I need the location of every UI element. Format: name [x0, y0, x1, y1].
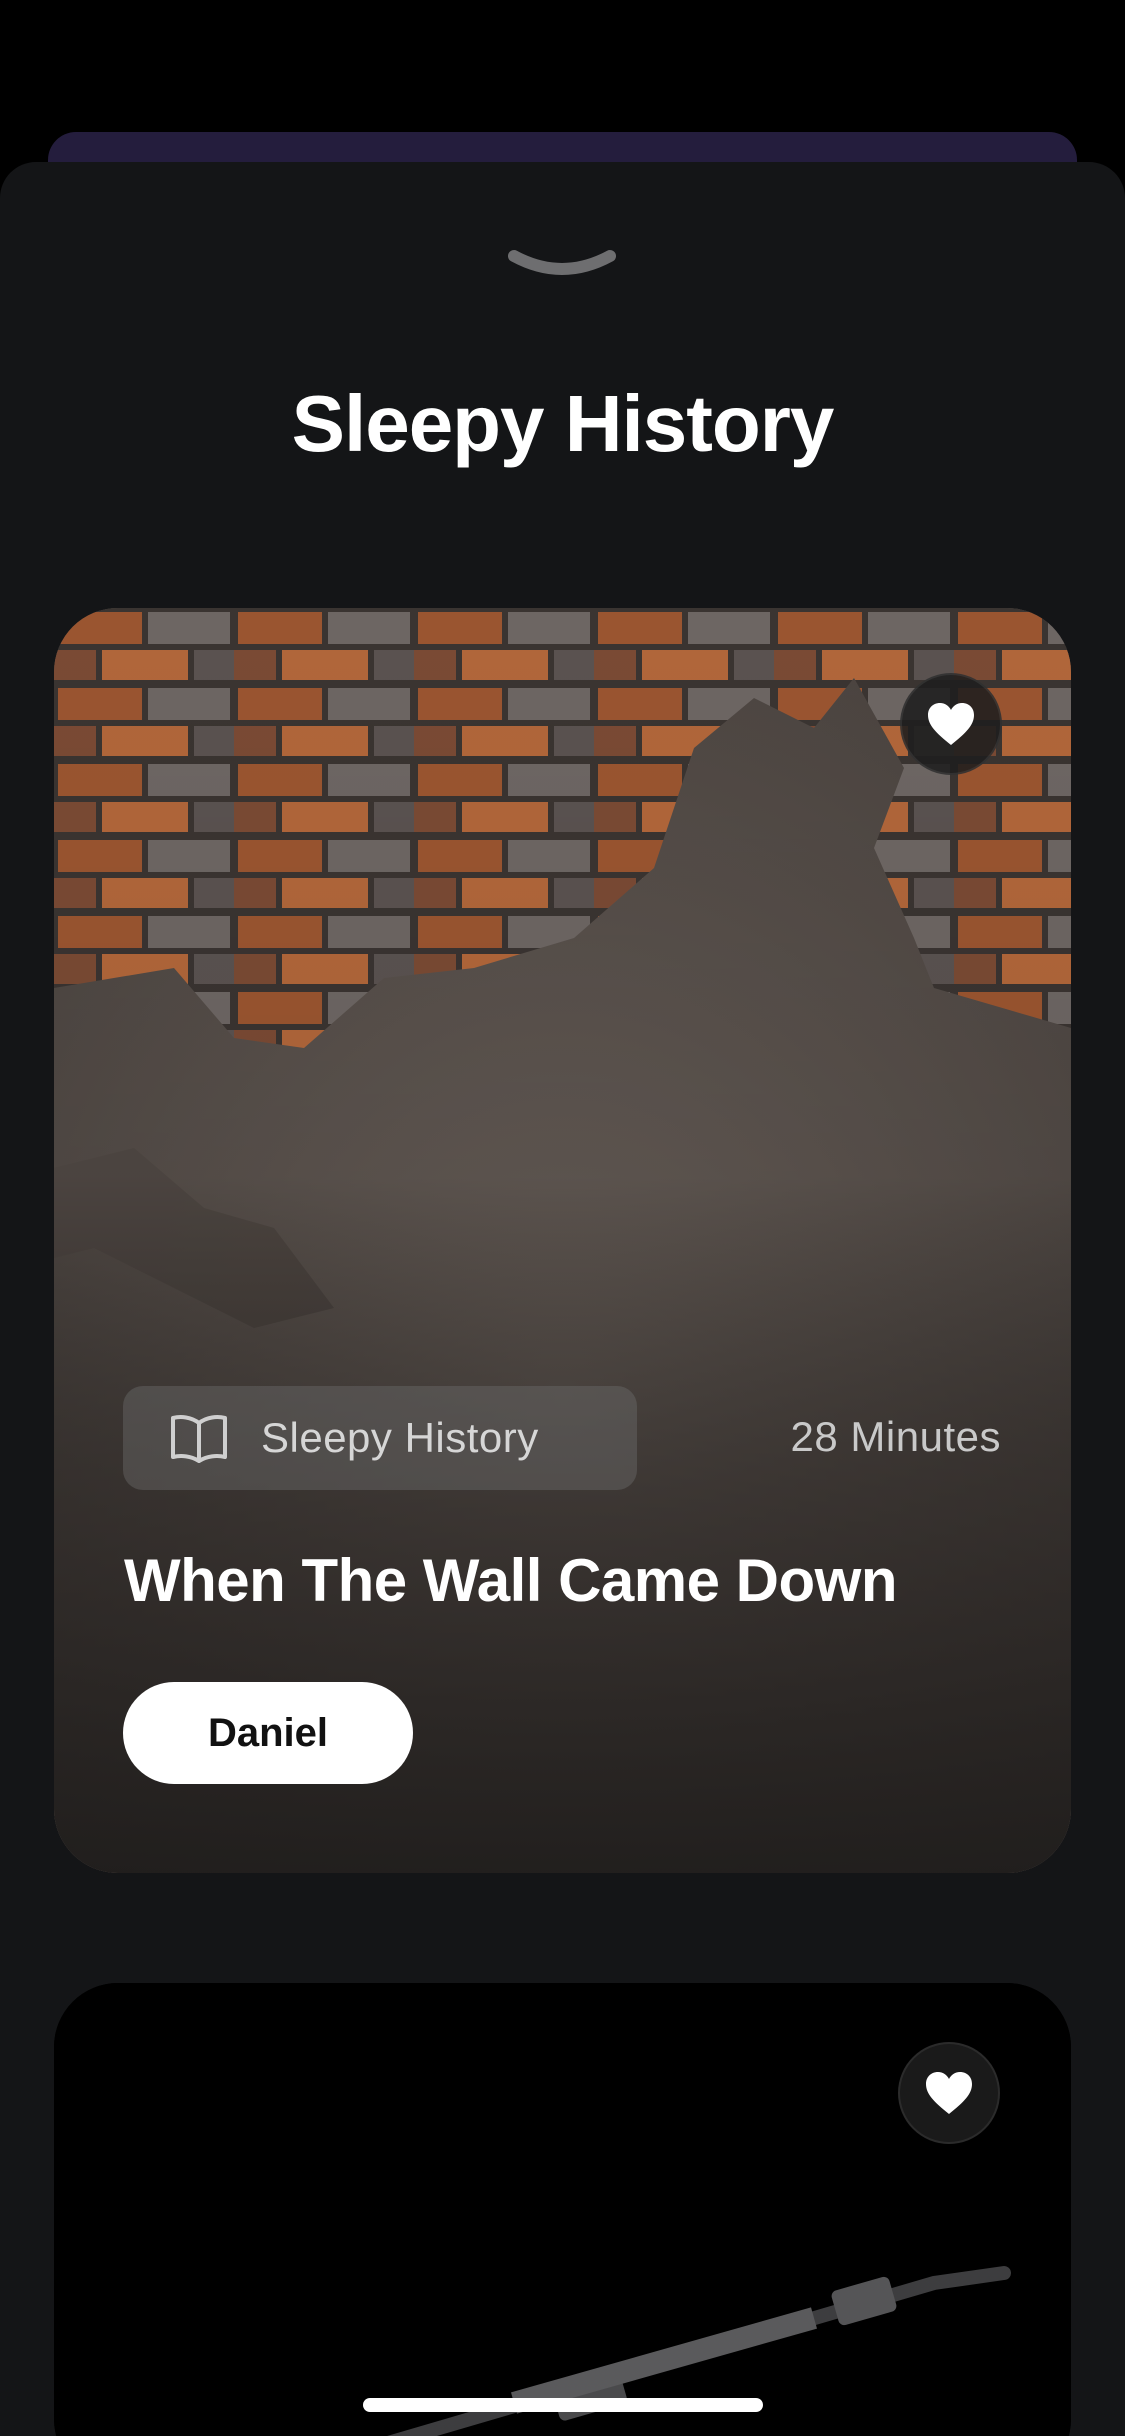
narrator-button[interactable]: Daniel	[123, 1682, 413, 1784]
favorite-button[interactable]	[898, 2042, 1000, 2144]
screen: Sleepy History Sleepy History 28 Minutes…	[0, 0, 1125, 2436]
story-card[interactable]	[54, 1983, 1071, 2436]
story-duration: 28 Minutes	[790, 1413, 1001, 1460]
story-title: When The Wall Came Down	[124, 1547, 897, 1614]
category-chip[interactable]: Sleepy History	[123, 1386, 637, 1490]
story-card[interactable]: Sleepy History 28 Minutes When The Wall …	[54, 608, 1071, 1873]
page-title: Sleepy History	[291, 379, 835, 468]
book-open-icon	[171, 1415, 227, 1463]
heart-icon	[926, 2072, 972, 2114]
category-label: Sleepy History	[261, 1414, 539, 1461]
chevron-down-icon[interactable]	[506, 248, 618, 282]
home-indicator[interactable]	[363, 2398, 763, 2412]
heart-icon	[928, 703, 974, 745]
favorite-button[interactable]	[900, 673, 1002, 775]
